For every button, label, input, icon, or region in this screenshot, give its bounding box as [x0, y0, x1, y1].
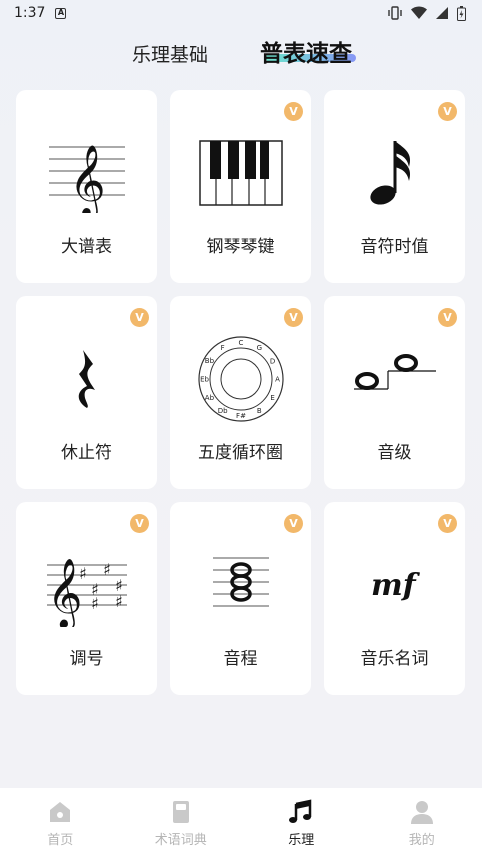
wifi-icon: [411, 6, 427, 19]
vip-badge-icon: V: [284, 308, 303, 327]
nav-label: 首页: [47, 832, 74, 848]
tab-quick-reference[interactable]: 普表速查: [260, 34, 352, 68]
card-label: 音符时值: [360, 237, 429, 257]
quarter-rest-icon: [37, 334, 137, 424]
circle-key-label: Bb: [204, 357, 214, 365]
vip-badge-icon: V: [284, 514, 303, 533]
vip-badge-icon: V: [438, 514, 457, 533]
music-note-icon: [289, 798, 312, 823]
circle-key-label: B: [256, 407, 261, 415]
card-grand-staff[interactable]: 𝄞 大谱表: [16, 90, 157, 283]
tab-music-basics[interactable]: 乐理基础: [132, 40, 208, 67]
card-label: 休止符: [61, 443, 112, 463]
circle-key-label: A: [275, 376, 280, 384]
card-label: 音程: [223, 649, 258, 669]
treble-staff-icon: 𝄞: [37, 128, 137, 218]
card-label: 大谱表: [61, 237, 112, 257]
circle-key-label: F#: [236, 412, 246, 420]
card-note-values[interactable]: V 音符时值: [324, 90, 465, 283]
interval-chord-icon: [191, 540, 291, 630]
vip-badge-icon: V: [284, 102, 303, 121]
svg-text:♯: ♯: [91, 594, 99, 613]
circle-key-label: Db: [217, 407, 227, 415]
circle-key-label: Ab: [204, 394, 214, 402]
nav-home[interactable]: 首页: [10, 799, 110, 848]
signal-icon: [436, 7, 448, 19]
svg-text:♯: ♯: [79, 564, 87, 583]
card-label: 调号: [69, 649, 104, 669]
book-icon: [172, 800, 189, 823]
notification-a-icon: A: [55, 7, 67, 19]
screen: 1:37 A 乐理基础 普表速查 𝄞 大谱表 V 钢琴琴键 V 音符时值 V 休…: [0, 0, 482, 858]
svg-text:𝄞: 𝄞: [47, 558, 82, 627]
dynamic-mf-icon: mf: [345, 540, 445, 630]
bottom-navigation: 首页 术语词典 乐理 我的: [0, 788, 482, 858]
scale-degree-icon: [345, 334, 445, 424]
nav-dictionary[interactable]: 术语词典: [131, 799, 231, 848]
sixteenth-note-icon: [345, 128, 445, 218]
svg-text:mf: mf: [371, 568, 421, 603]
header-tabs: 乐理基础 普表速查: [0, 30, 482, 74]
vip-badge-icon: V: [130, 308, 149, 327]
card-scale-degrees[interactable]: V 音级: [324, 296, 465, 489]
nav-theory[interactable]: 乐理: [251, 798, 351, 848]
card-piano-keys[interactable]: V 钢琴琴键: [170, 90, 311, 283]
card-label: 五度循环圈: [198, 443, 283, 463]
card-intervals[interactable]: V 音程: [170, 502, 311, 695]
home-icon: [50, 801, 71, 822]
nav-profile[interactable]: 我的: [372, 799, 472, 848]
vip-badge-icon: V: [438, 308, 457, 327]
card-music-terms[interactable]: V mf 音乐名词: [324, 502, 465, 695]
card-key-signature[interactable]: V 𝄞 ♯ ♯ ♯ ♯ ♯ ♯ 调号: [16, 502, 157, 695]
circle-of-fifths-icon: C G D A E B F# Db Ab Eb Bb F: [191, 334, 291, 424]
circle-key-label: G: [256, 344, 261, 352]
card-label: 钢琴琴键: [206, 237, 275, 257]
reference-grid: 𝄞 大谱表 V 钢琴琴键 V 音符时值 V 休止符 V C G D A E B …: [16, 90, 465, 695]
battery-icon: [457, 5, 466, 21]
piano-keys-icon: [191, 128, 291, 218]
circle-key-label: Eb: [200, 376, 209, 384]
user-icon: [410, 800, 433, 824]
vip-badge-icon: V: [130, 514, 149, 533]
card-label: 音级: [377, 443, 412, 463]
card-label: 音乐名词: [360, 649, 429, 669]
nav-label: 乐理: [288, 832, 315, 848]
status-time: 1:37: [14, 5, 46, 21]
svg-text:𝄞: 𝄞: [69, 143, 106, 213]
circle-key-label: F: [220, 344, 224, 352]
circle-key-label: C: [238, 339, 243, 347]
circle-key-label: E: [270, 394, 274, 402]
nav-label: 术语词典: [154, 832, 207, 848]
svg-text:♯: ♯: [103, 560, 111, 579]
card-rests[interactable]: V 休止符: [16, 296, 157, 489]
card-circle-of-fifths[interactable]: V C G D A E B F# Db Ab Eb Bb F 五度循环圈: [170, 296, 311, 489]
vibrate-icon: [388, 6, 402, 20]
circle-key-label: D: [269, 357, 274, 365]
status-bar: 1:37 A: [0, 0, 482, 26]
vip-badge-icon: V: [438, 102, 457, 121]
key-signature-icon: 𝄞 ♯ ♯ ♯ ♯ ♯ ♯: [37, 540, 137, 630]
nav-label: 我的: [408, 832, 435, 848]
svg-text:♯: ♯: [115, 592, 123, 611]
